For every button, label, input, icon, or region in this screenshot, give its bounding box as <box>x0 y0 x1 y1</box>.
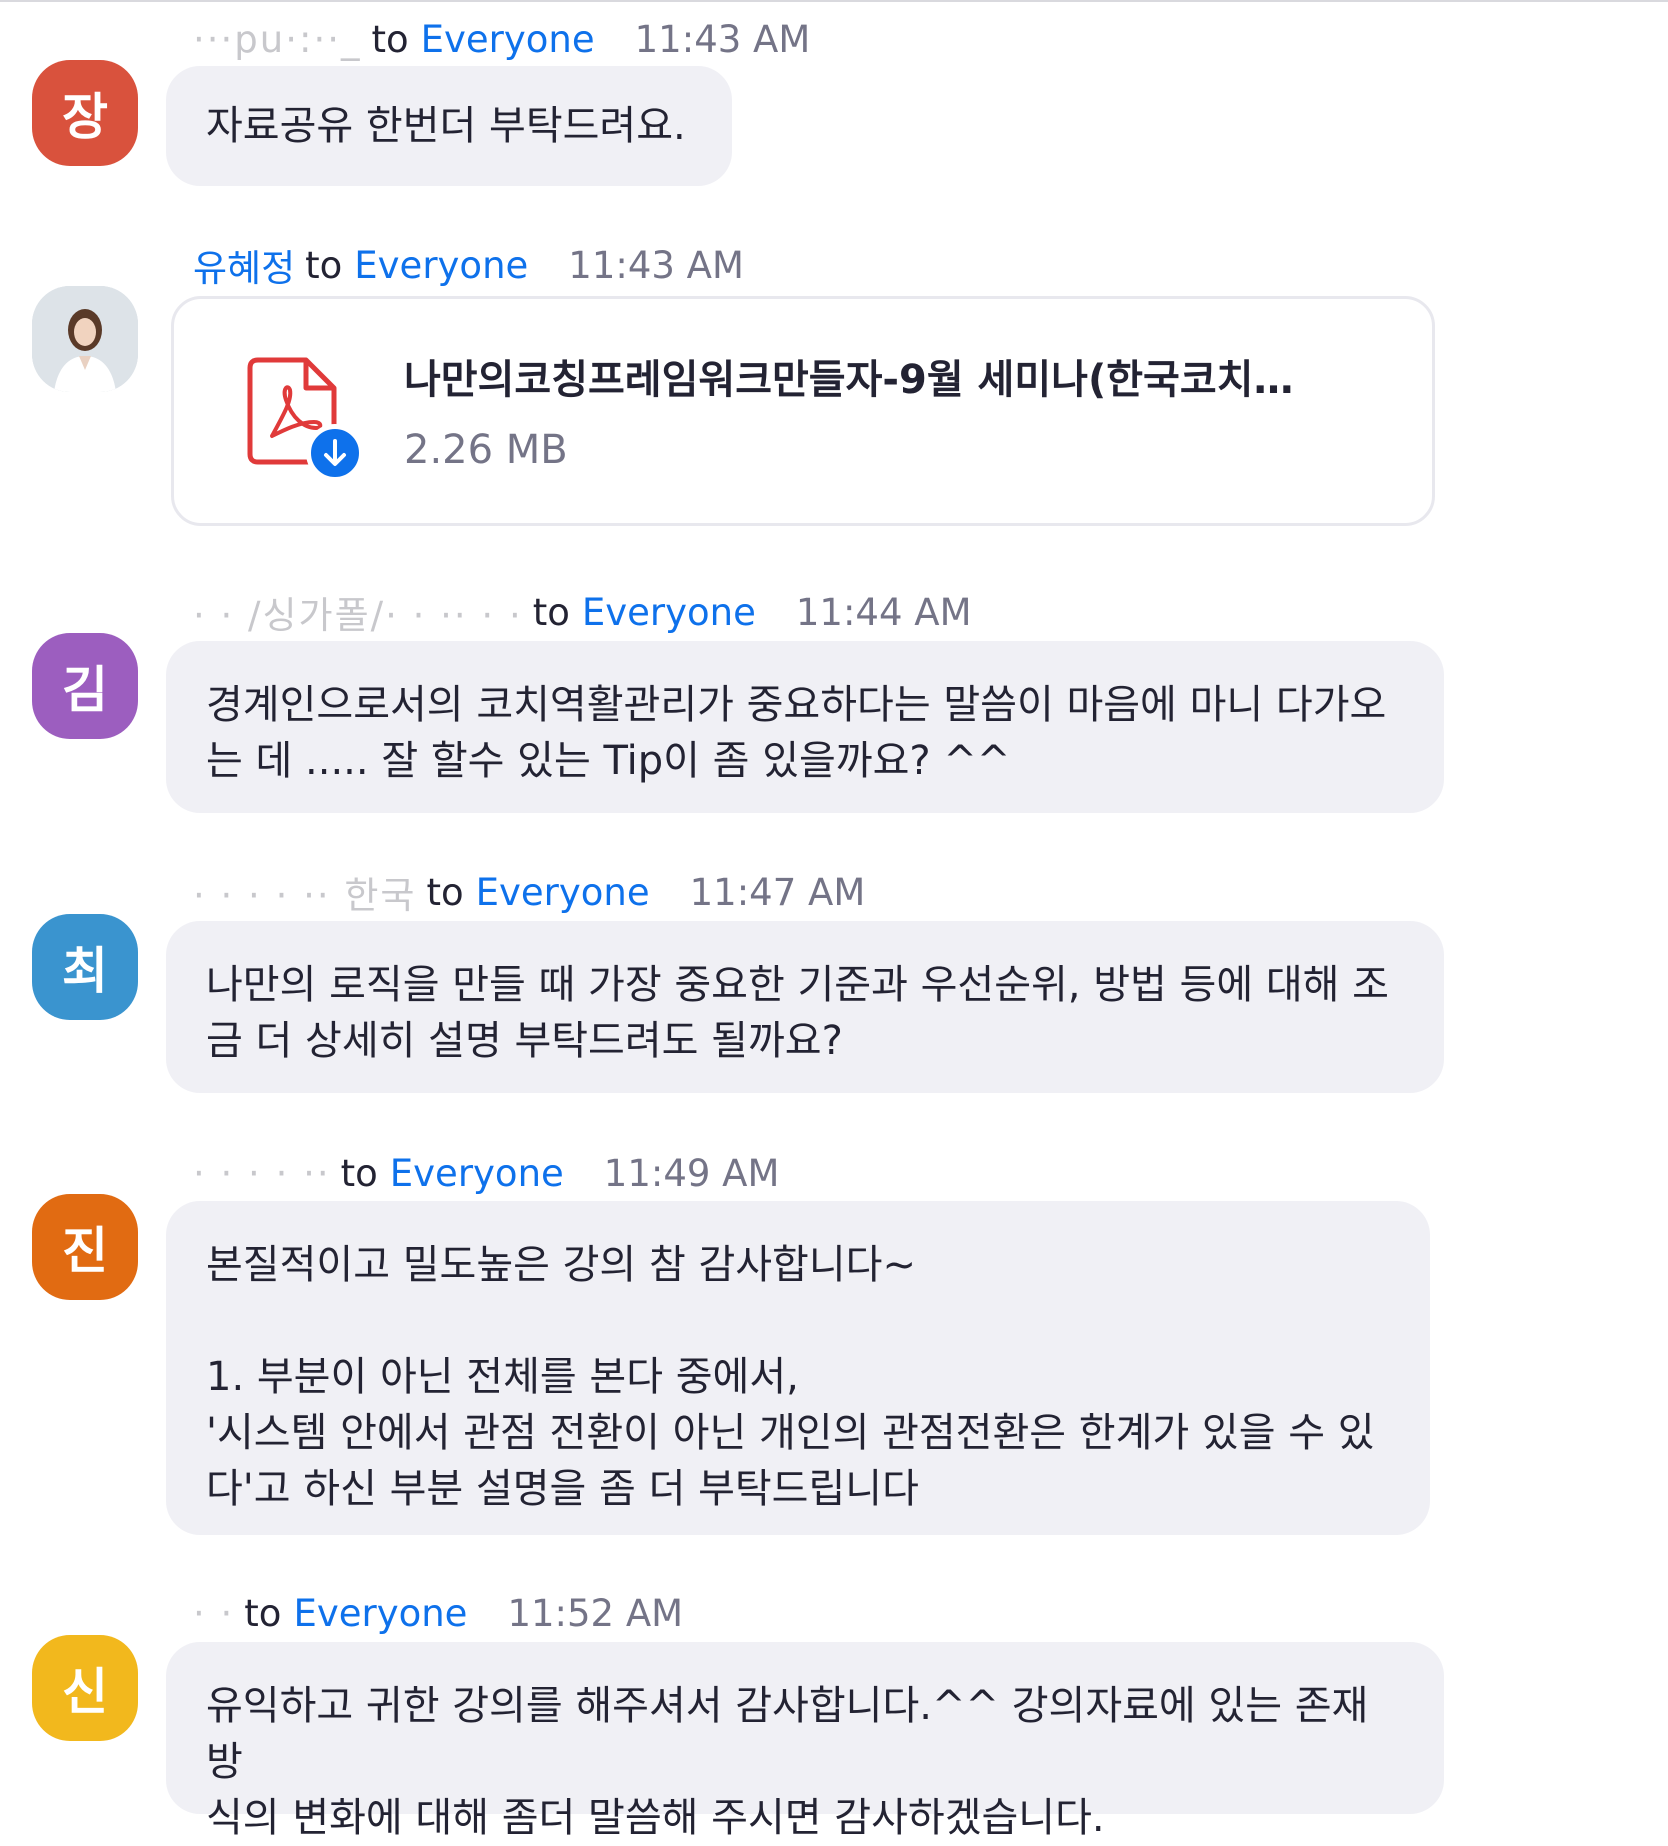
message-bubble[interactable]: 경계인으로서의 코치역활관리가 중요하다는 말씀이 마음에 마니 다가오 는 데… <box>166 641 1444 813</box>
to-label: to <box>426 870 464 914</box>
sender-name[interactable]: · · /싱가폴/· · ·· · · <box>193 585 523 639</box>
avatar-initial: 신 <box>62 1663 108 1721</box>
to-label: to <box>371 17 409 61</box>
file-size: 2.26 MB <box>404 427 568 473</box>
avatar-initial: 진 <box>62 1222 108 1280</box>
recipient-link[interactable]: Everyone <box>582 591 756 634</box>
profile-photo-icon <box>32 286 138 392</box>
file-attachment-card[interactable]: 나만의코칭프레임워크만들자-9월 세미나(한국코치… 2.26 MB <box>171 296 1435 526</box>
recipient-link[interactable]: Everyone <box>390 1152 564 1195</box>
to-label: to <box>340 1151 378 1195</box>
download-arrow-icon[interactable] <box>306 424 364 482</box>
avatar[interactable]: 김 <box>32 633 138 739</box>
recipient-link[interactable]: Everyone <box>293 1592 467 1635</box>
message-header: · · to Everyone 11:52 AM <box>193 1586 683 1640</box>
sender-name[interactable]: ···pu·:··_ <box>193 18 361 61</box>
to-label: to <box>244 1591 282 1635</box>
sender-name[interactable]: · · · · ·· 한국 <box>193 865 416 919</box>
pdf-file-icon <box>242 354 372 484</box>
avatar-photo[interactable] <box>32 286 138 392</box>
avatar[interactable]: 최 <box>32 914 138 1020</box>
avatar[interactable]: 신 <box>32 1635 138 1741</box>
timestamp: 11:49 AM <box>603 1151 780 1195</box>
file-name[interactable]: 나만의코칭프레임워크만들자-9월 세미나(한국코치… <box>404 347 1364 405</box>
to-label: to <box>305 243 343 287</box>
timestamp: 11:43 AM <box>568 243 744 287</box>
message-bubble[interactable]: 본질적이고 밀도높은 강의 참 감사합니다~ 1. 부분이 아닌 전체를 본다 … <box>166 1201 1430 1535</box>
top-divider <box>0 0 1668 2</box>
message-header: 유혜정 to Everyone 11:43 AM <box>193 238 744 292</box>
message-header: · · · · ·· 한국 to Everyone 11:47 AM <box>193 865 865 919</box>
avatar[interactable]: 장 <box>32 60 138 166</box>
timestamp: 11:44 AM <box>795 590 972 634</box>
to-label: to <box>532 590 570 634</box>
sender-name[interactable]: · · · · ·· <box>193 1152 331 1195</box>
message-bubble[interactable]: 자료공유 한번더 부탁드려요. <box>166 66 732 186</box>
recipient-link[interactable]: Everyone <box>354 244 528 287</box>
timestamp: 11:47 AM <box>689 870 866 914</box>
timestamp: 11:43 AM <box>634 17 811 61</box>
recipient-link[interactable]: Everyone <box>476 871 650 914</box>
message-bubble[interactable]: 나만의 로직을 만들 때 가장 중요한 기준과 우선순위, 방법 등에 대해 조… <box>166 921 1444 1093</box>
avatar[interactable]: 진 <box>32 1194 138 1300</box>
timestamp: 11:52 AM <box>507 1591 684 1635</box>
message-bubble[interactable]: 유익하고 귀한 강의를 해주셔서 감사합니다.^^ 강의자료에 있는 존재방 식… <box>166 1642 1444 1841</box>
avatar-initial: 장 <box>62 88 108 146</box>
sender-name[interactable]: 유혜정 <box>193 238 295 292</box>
avatar-initial: 최 <box>62 942 108 1000</box>
message-header: ···pu·:··_ to Everyone 11:43 AM <box>193 12 810 66</box>
recipient-link[interactable]: Everyone <box>421 18 595 61</box>
message-header: · · · · ·· to Everyone 11:49 AM <box>193 1146 779 1200</box>
message-header: · · /싱가폴/· · ·· · · to Everyone 11:44 AM <box>193 585 972 639</box>
avatar-initial: 김 <box>62 661 108 719</box>
sender-name[interactable]: · · <box>193 1592 234 1635</box>
